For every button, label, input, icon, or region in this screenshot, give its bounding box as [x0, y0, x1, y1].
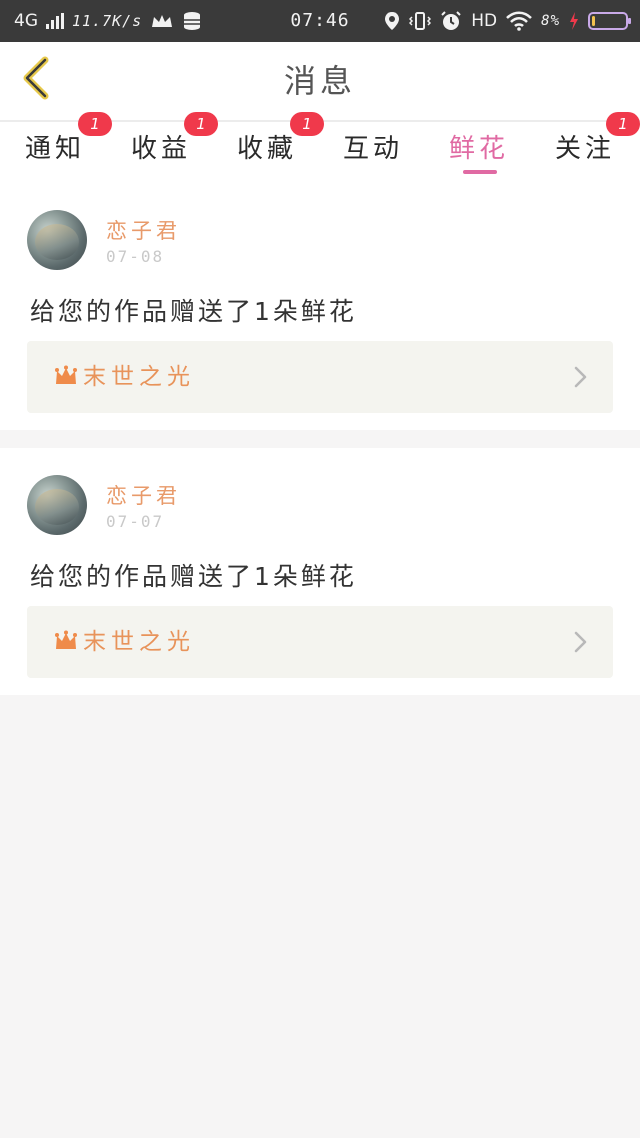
- tab-label: 互动: [342, 134, 403, 164]
- location-icon: [384, 11, 400, 31]
- database-icon: [182, 11, 202, 31]
- tab-favorites[interactable]: 收藏 1: [214, 112, 324, 180]
- username[interactable]: 恋子君: [106, 480, 181, 510]
- page-title: 消息: [283, 62, 356, 100]
- tab-bar: 通知 1 收益 1 收藏 1 互动 鲜花 关注 1: [0, 112, 640, 180]
- work-link[interactable]: 末世之光: [27, 606, 613, 678]
- unread-badge: 1: [606, 112, 640, 136]
- network-speed: 11.7K/s: [72, 12, 143, 30]
- tab-follows[interactable]: 关注 1: [532, 112, 640, 180]
- unread-badge: 1: [78, 112, 112, 136]
- crown-icon: [54, 629, 78, 653]
- tab-label: 鲜花: [448, 134, 509, 164]
- message-date: 07-08: [106, 247, 165, 266]
- hd-label: HD: [471, 11, 498, 31]
- wifi-icon: [506, 11, 533, 31]
- unread-badge: 1: [290, 112, 324, 136]
- chevron-right-icon: [573, 365, 589, 389]
- avatar[interactable]: [27, 210, 87, 270]
- charging-icon: [569, 12, 579, 30]
- tab-interactions[interactable]: 互动: [320, 122, 426, 180]
- crown-icon: [150, 12, 174, 30]
- tab-earnings[interactable]: 收益 1: [108, 112, 218, 180]
- alarm-icon: [440, 10, 462, 32]
- crown-icon: [54, 364, 78, 388]
- work-link[interactable]: 末世之光: [27, 341, 613, 413]
- tab-flowers[interactable]: 鲜花: [426, 122, 532, 180]
- work-title: 末世之光: [83, 629, 195, 655]
- active-tab-indicator: [463, 170, 497, 174]
- chevron-right-icon: [573, 630, 589, 654]
- avatar[interactable]: [27, 475, 87, 535]
- battery-icon: [588, 12, 631, 30]
- network-type: 4G: [14, 11, 38, 31]
- battery-percent: 8%: [541, 13, 560, 29]
- message-text: 给您的作品赠送了1朵鲜花: [30, 562, 357, 591]
- message-card: 恋子君 07-07 给您的作品赠送了1朵鲜花 末世之光: [0, 448, 640, 695]
- unread-badge: 1: [184, 112, 218, 136]
- message-date: 07-07: [106, 512, 165, 531]
- header: 消息: [0, 42, 640, 120]
- tab-notifications[interactable]: 通知 1: [2, 112, 112, 180]
- username[interactable]: 恋子君: [106, 215, 181, 245]
- message-text: 给您的作品赠送了1朵鲜花: [30, 297, 357, 326]
- status-bar: 4G 11.7K/s 07:46 HD 8%: [0, 0, 640, 42]
- signal-icon: [46, 13, 64, 29]
- vibrate-icon: [409, 11, 432, 31]
- work-title: 末世之光: [83, 364, 195, 390]
- message-card: 恋子君 07-08 给您的作品赠送了1朵鲜花 末世之光: [0, 180, 640, 430]
